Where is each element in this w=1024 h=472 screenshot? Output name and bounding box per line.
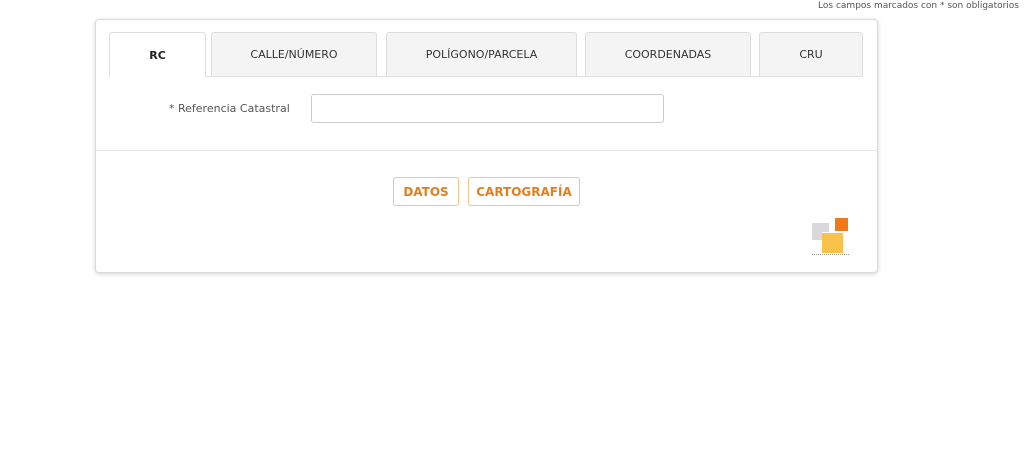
page: Los campos marcados con * son obligatori… xyxy=(0,0,1024,472)
tab-cru[interactable]: CRU xyxy=(759,32,863,76)
divider xyxy=(96,150,877,151)
catastro-logo-icon xyxy=(812,218,850,256)
tab-bar: RC CALLE/NÚMERO POLÍGONO/PARCELA COORDEN… xyxy=(109,32,863,77)
datos-button[interactable]: DATOS xyxy=(393,177,459,206)
referencia-catastral-input[interactable] xyxy=(311,94,664,123)
cartografia-button[interactable]: CARTOGRAFÍA xyxy=(468,177,580,206)
tab-coordenadas[interactable]: COORDENADAS xyxy=(585,32,751,76)
required-fields-note: Los campos marcados con * son obligatori… xyxy=(818,1,1019,11)
tab-calle-numero[interactable]: CALLE/NÚMERO xyxy=(211,32,377,76)
tab-rc[interactable]: RC xyxy=(109,32,206,77)
search-panel: RC CALLE/NÚMERO POLÍGONO/PARCELA COORDEN… xyxy=(95,19,878,273)
referencia-catastral-label: * Referencia Catastral xyxy=(169,102,290,115)
referencia-catastral-row: * Referencia Catastral xyxy=(96,94,877,124)
tab-poligono-parcela[interactable]: POLÍGONO/PARCELA xyxy=(386,32,577,76)
